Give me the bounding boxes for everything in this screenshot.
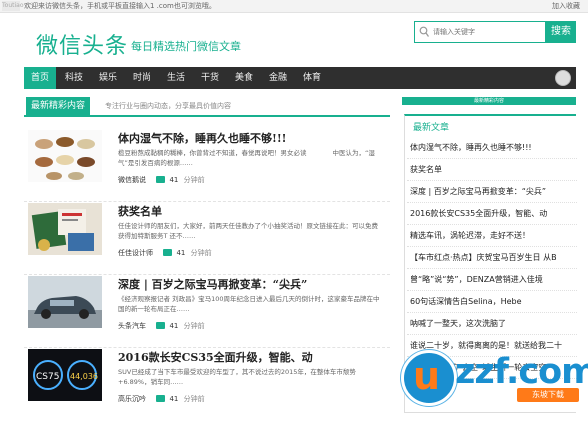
- nav-item-food[interactable]: 美食: [228, 67, 260, 89]
- latest-articles-title: 最新文章: [413, 123, 450, 133]
- article-time: 分钟前: [183, 322, 205, 330]
- svg-text:44,036: 44,036: [70, 372, 98, 381]
- nav-item-fashion[interactable]: 时尚: [126, 67, 158, 89]
- article-views: 41: [169, 176, 179, 184]
- article-title[interactable]: 深度 | 百岁之际宝马再掀变革：“尖兵”: [118, 276, 307, 292]
- article-source[interactable]: 头条汽车: [118, 322, 146, 330]
- latest-article-link[interactable]: 2016款长安CS35全面升级，智能、动: [407, 203, 577, 225]
- mini-logo: Toutiao: [2, 1, 24, 11]
- views-icon: [163, 249, 173, 256]
- article-title[interactable]: 2016款长安CS35全面升级，智能、动: [118, 349, 313, 365]
- article-meta: 头条汽车 41 分钟前: [118, 321, 205, 331]
- latest-article-link[interactable]: 精选车讯，涡轮迟滞，走好不送！: [407, 225, 577, 247]
- section-description: 专注行业与圈内动态，分享最具价值内容: [105, 102, 231, 110]
- article-summary: 任佳设计师的朋友们，大家好，前两天任佳教办了个小抽奖活动！原文链接在此：可以免费: [118, 222, 378, 230]
- article-views: 41: [169, 395, 179, 403]
- add-favorite-link[interactable]: 加入收藏: [552, 0, 580, 13]
- watermark-letter: u: [413, 354, 441, 398]
- section-tag: 最新精彩内容: [26, 97, 91, 115]
- article-summary-cont: +6.89%，销车同……: [118, 378, 184, 386]
- article-item[interactable]: CS75 44,036 2016款长安CS35全面升级，智能、动 SUV已经成了…: [24, 349, 390, 421]
- views-icon: [156, 395, 166, 402]
- article-source[interactable]: 微信鹅说: [118, 176, 146, 184]
- latest-article-link[interactable]: 体内湿气不除，睡再久也睡不够!!!: [407, 137, 577, 159]
- latest-article-link[interactable]: 获奖名单: [407, 159, 577, 181]
- article-summary: SUV已经成了当下车市最受欢迎的车型了，其不说过去的2015年，在整体车市颓势: [118, 368, 356, 376]
- article-time: 分钟前: [183, 176, 205, 184]
- nav-item-finance[interactable]: 金融: [262, 67, 294, 89]
- article-title[interactable]: 体内湿气不除，睡再久也睡不够!!!: [118, 130, 287, 146]
- article-title[interactable]: 获奖名单: [118, 203, 162, 219]
- main-nav: 首页 科技 娱乐 时尚 生活 干货 美食 金融 体育: [24, 67, 576, 89]
- top-bar: Toutiao 欢迎来访微信头条，手机或平板直接输入1 .com也可浏览哦。 加…: [0, 0, 588, 13]
- site-slogan: 每日精选热门微信文章: [131, 40, 241, 53]
- search-button[interactable]: 搜索: [546, 21, 576, 43]
- article-meta: 高乐沉吟 41 分钟前: [118, 394, 205, 404]
- welcome-text: 欢迎来访微信头条，手机或平板直接输入1 .com也可浏览哦。: [24, 2, 216, 10]
- nav-item-entertainment[interactable]: 娱乐: [92, 67, 124, 89]
- article-thumbnail-car[interactable]: [28, 276, 102, 328]
- article-summary-cont: 获得加特斯服务T 还不……: [118, 232, 196, 240]
- article-summary: 榄豆粉熬成黏稠的糊棒，你曾背过不知道，春觉再说吧！男女必读 中医认为，“湿: [118, 149, 375, 157]
- article-summary-cont: 国的新一轮布局正在……: [118, 305, 190, 313]
- article-summary: 《经济观察报记者 刘政昌》宝马100周年纪念日进入最后几天的倒计时，这家豪车品牌…: [118, 295, 380, 303]
- section-heading: 最新精彩内容 专注行业与圈内动态，分享最具价值内容: [24, 97, 390, 117]
- article-time: 分钟前: [190, 249, 212, 257]
- article-item[interactable]: 深度 | 百岁之际宝马再掀变革：“尖兵” 《经济观察报记者 刘政昌》宝马100周…: [24, 276, 390, 348]
- nav-item-life[interactable]: 生活: [160, 67, 192, 89]
- site-logo[interactable]: 微信头条: [36, 28, 128, 60]
- nav-item-home[interactable]: 首页: [24, 67, 56, 89]
- search-input[interactable]: [433, 24, 543, 40]
- search-icon: [419, 26, 429, 37]
- article-item[interactable]: 获奖名单 任佳设计师的朋友们，大家好，前两天任佳教办了个小抽奖活动！原文链接在此…: [24, 203, 390, 275]
- article-summary-cont: 气”是引发百病的根源……: [118, 159, 193, 167]
- article-time: 分钟前: [183, 395, 205, 403]
- article-views: 41: [176, 249, 186, 257]
- article-thumbnail-food[interactable]: [28, 130, 102, 182]
- article-meta: 任佳设计师 41 分钟前: [118, 248, 212, 258]
- article-thumbnail-prizes[interactable]: [28, 203, 102, 255]
- latest-article-link[interactable]: 60句话深情告白Selina，Hebe: [407, 291, 577, 313]
- article-source[interactable]: 任佳设计师: [118, 249, 153, 257]
- watermark-brand: zzf.com: [455, 352, 588, 392]
- nav-item-tips[interactable]: 干货: [194, 67, 226, 89]
- user-avatar[interactable]: [555, 70, 571, 86]
- article-meta: 微信鹅说 41 分钟前: [118, 175, 205, 185]
- sidebar-top-bar: 最新精彩内容: [402, 97, 576, 105]
- article-thumbnail-dashboard[interactable]: CS75 44,036: [28, 349, 102, 401]
- latest-article-link[interactable]: 深度 | 百岁之际宝马再掀变革：“尖兵”: [407, 181, 577, 203]
- article-source[interactable]: 高乐沉吟: [118, 395, 146, 403]
- latest-article-link[interactable]: 呐喊了一整天，这次洗脑了: [407, 313, 577, 335]
- svg-text:CS75: CS75: [36, 372, 59, 382]
- article-item[interactable]: 体内湿气不除，睡再久也睡不够!!! 榄豆粉熬成黏稠的糊棒，你曾背过不知道，春觉再…: [24, 130, 390, 202]
- watermark-subtitle: 东坡下载: [517, 388, 579, 402]
- views-icon: [156, 176, 166, 183]
- latest-article-link[interactable]: 曾“略”说“势”，DENZA营销进入佳境: [407, 269, 577, 291]
- latest-article-link[interactable]: 【车市红点·热点】庆贺宝马百岁生日 从B: [407, 247, 577, 269]
- search-box[interactable]: [414, 21, 546, 43]
- nav-item-tech[interactable]: 科技: [58, 67, 90, 89]
- article-views: 41: [169, 322, 179, 330]
- nav-item-sports[interactable]: 体育: [296, 67, 328, 89]
- views-icon: [156, 322, 166, 329]
